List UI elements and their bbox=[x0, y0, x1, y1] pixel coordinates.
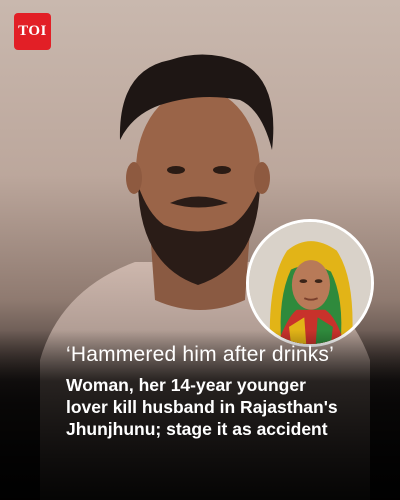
news-card: TOI ‘Hammered him after drinks’ Woman, h… bbox=[0, 0, 400, 500]
woman-portrait-icon bbox=[249, 222, 371, 344]
headline-line: lover kill husband in Rajasthan's bbox=[66, 397, 338, 417]
headline-line: Woman, her 14-year younger bbox=[66, 375, 306, 395]
headline: Woman, her 14-year younger lover kill hu… bbox=[66, 374, 386, 440]
quote-headline: ‘Hammered him after drinks’ bbox=[66, 343, 334, 366]
headline-line: Jhunjhunu; stage it as accident bbox=[66, 419, 328, 439]
woman-inset-photo bbox=[246, 219, 374, 347]
toi-logo: TOI bbox=[14, 13, 51, 50]
